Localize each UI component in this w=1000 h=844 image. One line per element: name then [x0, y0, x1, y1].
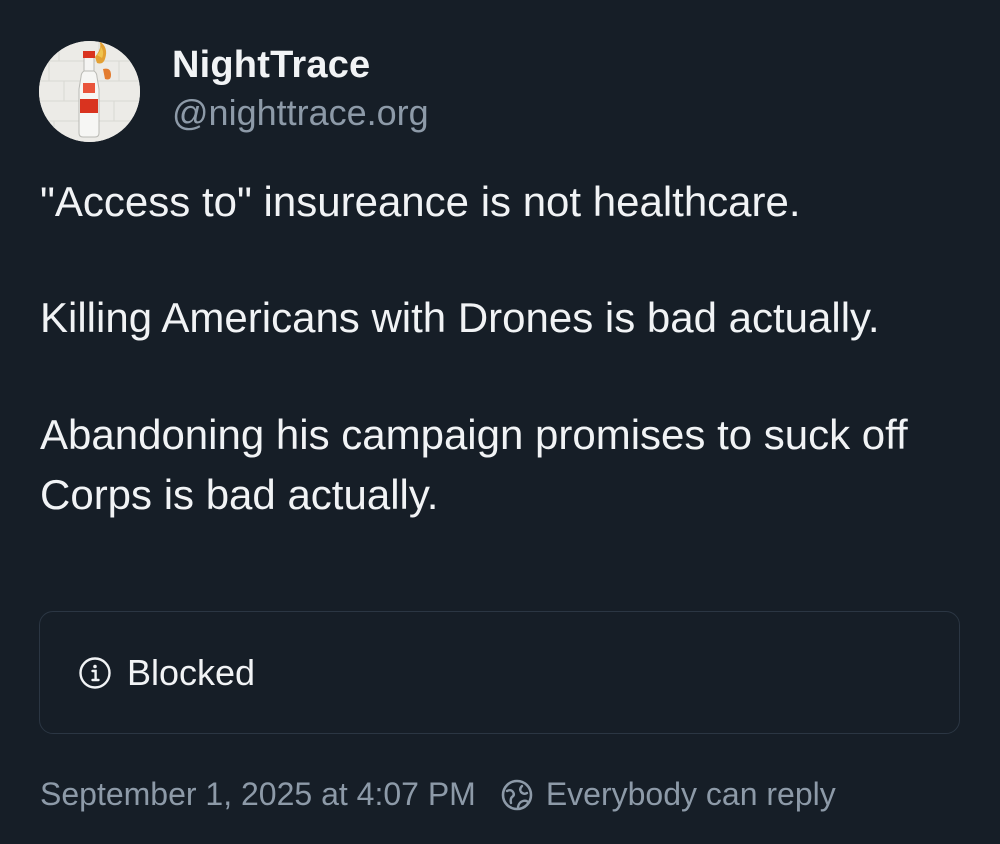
post-paragraph: Abandoning his campaign promises to suck…	[40, 411, 920, 518]
post-timestamp[interactable]: September 1, 2025 at 4:07 PM	[40, 776, 476, 813]
author-display-name[interactable]: NightTrace	[172, 41, 429, 89]
author-handle[interactable]: @nighttrace.org	[172, 89, 429, 137]
post-paragraph: "Access to" insureance is not healthcare…	[40, 178, 801, 225]
blocked-embed-card: Blocked	[39, 611, 960, 734]
info-icon	[79, 656, 111, 689]
post-footer: September 1, 2025 at 4:07 PM Everybody c…	[40, 776, 836, 813]
post-paragraph: Killing Americans with Drones is bad act…	[40, 294, 880, 341]
post-header: NightTrace @nighttrace.org	[39, 41, 429, 142]
vodka-bottle-avatar-icon	[39, 41, 140, 142]
reply-setting[interactable]: Everybody can reply	[546, 776, 836, 813]
avatar[interactable]	[39, 41, 140, 142]
post-thread-item: NightTrace @nighttrace.org "Access to" i…	[0, 0, 1000, 844]
author-names: NightTrace @nighttrace.org	[172, 41, 429, 137]
post-text: "Access to" insureance is not healthcare…	[40, 172, 970, 582]
globe-reply-icon[interactable]	[500, 778, 534, 812]
blocked-label: Blocked	[127, 651, 256, 693]
